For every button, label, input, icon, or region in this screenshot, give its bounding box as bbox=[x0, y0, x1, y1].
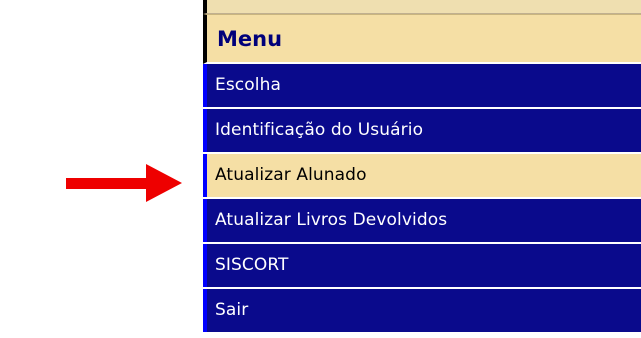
menu-list: Escolha Identificação do Usuário Atualiz… bbox=[203, 64, 641, 334]
menu-item-atualizar-livros-devolvidos[interactable]: Atualizar Livros Devolvidos bbox=[203, 199, 641, 242]
menu-item-label: Identificação do Usuário bbox=[215, 120, 424, 140]
menu-item-identificacao-do-usuario[interactable]: Identificação do Usuário bbox=[203, 109, 641, 152]
menu-item-label: SISCORT bbox=[215, 255, 289, 275]
menu-item-sair[interactable]: Sair bbox=[203, 289, 641, 332]
menu-panel: Menu Escolha Identificação do Usuário At… bbox=[203, 0, 641, 338]
menu-item-label: Sair bbox=[215, 300, 249, 320]
menu-header: Menu bbox=[203, 14, 641, 64]
menu-item-siscort[interactable]: SISCORT bbox=[203, 244, 641, 287]
window-top-edge bbox=[203, 0, 641, 14]
menu-item-label: Atualizar Alunado bbox=[215, 165, 367, 185]
menu-item-escolha[interactable]: Escolha bbox=[203, 64, 641, 107]
menu-item-label: Atualizar Livros Devolvidos bbox=[215, 210, 448, 230]
right-arrow-icon bbox=[66, 160, 186, 206]
menu-item-atualizar-alunado[interactable]: Atualizar Alunado bbox=[203, 154, 641, 197]
menu-item-label: Escolha bbox=[215, 75, 281, 95]
menu-title: Menu bbox=[217, 27, 283, 51]
